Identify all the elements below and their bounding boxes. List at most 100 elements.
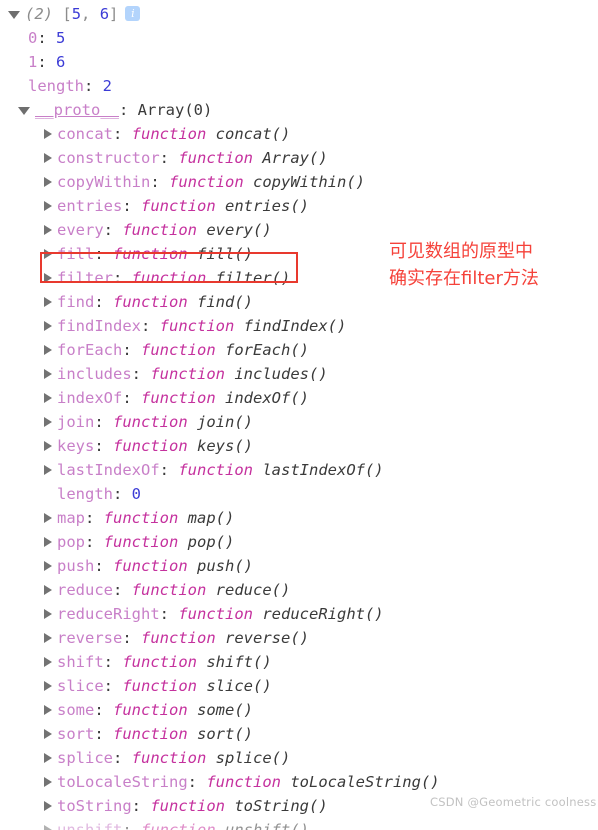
chevron-right-icon[interactable] <box>44 777 52 787</box>
proto-member-row[interactable]: join: function join() <box>0 410 440 434</box>
chevron-right-icon[interactable] <box>44 801 52 811</box>
info-icon[interactable]: i <box>125 6 140 21</box>
chevron-right-icon[interactable] <box>44 513 52 523</box>
member-colon: : <box>160 605 179 623</box>
chevron-right-icon[interactable] <box>44 369 52 379</box>
member-colon: : <box>160 461 179 479</box>
proto-member-row[interactable]: copyWithin: function copyWithin() <box>0 170 440 194</box>
chevron-right-icon[interactable] <box>44 561 52 571</box>
annotation-line-1: 可见数组的原型中 <box>389 238 539 265</box>
chevron-right-icon[interactable] <box>44 321 52 331</box>
member-keyword: function <box>150 365 225 383</box>
member-signature: fill() <box>197 245 253 263</box>
proto-member-row[interactable]: reduceRight: function reduceRight() <box>0 602 440 626</box>
member-signature: splice() <box>216 749 291 767</box>
proto-member-row[interactable]: some: function some() <box>0 698 440 722</box>
proto-member-row[interactable]: toLocaleString: function toLocaleString(… <box>0 770 440 794</box>
chevron-right-icon[interactable] <box>44 417 52 427</box>
array-length-row[interactable]: length: 2 <box>0 74 440 98</box>
proto-member-row[interactable]: shift: function shift() <box>0 650 440 674</box>
member-keyword: function <box>141 341 216 359</box>
proto-member-row[interactable]: pop: function pop() <box>0 530 440 554</box>
chevron-right-icon[interactable] <box>44 225 52 235</box>
member-key: find <box>57 293 94 311</box>
array-entry-row[interactable]: 0: 5 <box>0 26 440 50</box>
array-root-row[interactable]: (2) [5, 6]i <box>0 2 440 26</box>
member-key: every <box>57 221 104 239</box>
proto-member-row[interactable]: slice: function slice() <box>0 674 440 698</box>
proto-member-row[interactable]: findIndex: function findIndex() <box>0 314 440 338</box>
proto-member-row[interactable]: reduce: function reduce() <box>0 578 440 602</box>
chevron-right-icon[interactable] <box>44 249 52 259</box>
proto-member-row[interactable]: unshift: function unshift() <box>0 818 440 830</box>
member-key: findIndex <box>57 317 141 335</box>
chevron-right-icon[interactable] <box>44 297 52 307</box>
entry-key: 1 <box>28 53 37 71</box>
member-colon: : <box>132 797 151 815</box>
chevron-right-icon[interactable] <box>44 729 52 739</box>
object-tree: (2) [5, 6]i 0: 5 1: 6 length: 2 __proto_… <box>0 2 440 830</box>
chevron-right-icon[interactable] <box>44 705 52 715</box>
chevron-right-icon[interactable] <box>44 825 52 830</box>
proto-member-row[interactable]: push: function push() <box>0 554 440 578</box>
proto-member-row[interactable]: indexOf: function indexOf() <box>0 386 440 410</box>
chevron-right-icon[interactable] <box>44 609 52 619</box>
proto-member-row[interactable]: fill: function fill() <box>0 242 440 266</box>
proto-member-row[interactable]: every: function every() <box>0 218 440 242</box>
proto-member-row[interactable]: includes: function includes() <box>0 362 440 386</box>
proto-member-row[interactable]: splice: function splice() <box>0 746 440 770</box>
member-signature: lastIndexOf() <box>262 461 383 479</box>
chevron-right-icon[interactable] <box>44 393 52 403</box>
proto-member-row[interactable]: sort: function sort() <box>0 722 440 746</box>
member-key: slice <box>57 677 104 695</box>
member-keyword: function <box>160 317 235 335</box>
proto-row[interactable]: __proto__: Array(0) <box>0 98 440 122</box>
member-colon: : <box>150 173 169 191</box>
chevron-down-icon[interactable] <box>18 107 30 115</box>
chevron-right-icon[interactable] <box>44 153 52 163</box>
member-colon: : <box>132 365 151 383</box>
member-key: constructor <box>57 149 160 167</box>
member-colon: : <box>122 341 141 359</box>
proto-member-row[interactable]: length: 0 <box>0 482 440 506</box>
proto-member-row[interactable]: toString: function toString() <box>0 794 440 818</box>
chevron-right-icon[interactable] <box>44 345 52 355</box>
proto-member-row[interactable]: map: function map() <box>0 506 440 530</box>
chevron-right-icon[interactable] <box>44 129 52 139</box>
proto-member-row[interactable]: lastIndexOf: function lastIndexOf() <box>0 458 440 482</box>
chevron-right-icon[interactable] <box>44 633 52 643</box>
chevron-right-icon[interactable] <box>44 585 52 595</box>
proto-member-row[interactable]: filter: function filter() <box>0 266 440 290</box>
proto-member-row[interactable]: forEach: function forEach() <box>0 338 440 362</box>
chevron-right-icon[interactable] <box>44 537 52 547</box>
member-keyword: function <box>132 125 207 143</box>
watermark: CSDN @Geometric coolness <box>430 795 596 809</box>
proto-member-row[interactable]: keys: function keys() <box>0 434 440 458</box>
member-colon: : <box>94 245 113 263</box>
member-colon: : <box>94 725 113 743</box>
chevron-down-icon[interactable] <box>8 11 20 19</box>
array-entry-row[interactable]: 1: 6 <box>0 50 440 74</box>
chevron-right-icon[interactable] <box>44 273 52 283</box>
chevron-right-icon[interactable] <box>44 177 52 187</box>
array-count: (2) <box>25 5 53 23</box>
proto-member-row[interactable]: concat: function concat() <box>0 122 440 146</box>
chevron-right-icon[interactable] <box>44 465 52 475</box>
chevron-right-icon[interactable] <box>44 201 52 211</box>
member-keyword: function <box>132 581 207 599</box>
proto-member-row[interactable]: find: function find() <box>0 290 440 314</box>
bracket-close: ] <box>109 5 118 23</box>
member-signature: shift() <box>206 653 271 671</box>
proto-member-row[interactable]: constructor: function Array() <box>0 146 440 170</box>
member-colon: : <box>122 197 141 215</box>
chevron-right-icon[interactable] <box>44 441 52 451</box>
proto-member-row[interactable]: reverse: function reverse() <box>0 626 440 650</box>
chevron-right-icon[interactable] <box>44 753 52 763</box>
member-key: reduceRight <box>57 605 160 623</box>
member-signature: 0 <box>132 485 141 503</box>
member-key: toLocaleString <box>57 773 188 791</box>
chevron-right-icon[interactable] <box>44 681 52 691</box>
proto-member-row[interactable]: entries: function entries() <box>0 194 440 218</box>
proto-member-list: concat: function concat()constructor: fu… <box>0 122 440 830</box>
chevron-right-icon[interactable] <box>44 657 52 667</box>
